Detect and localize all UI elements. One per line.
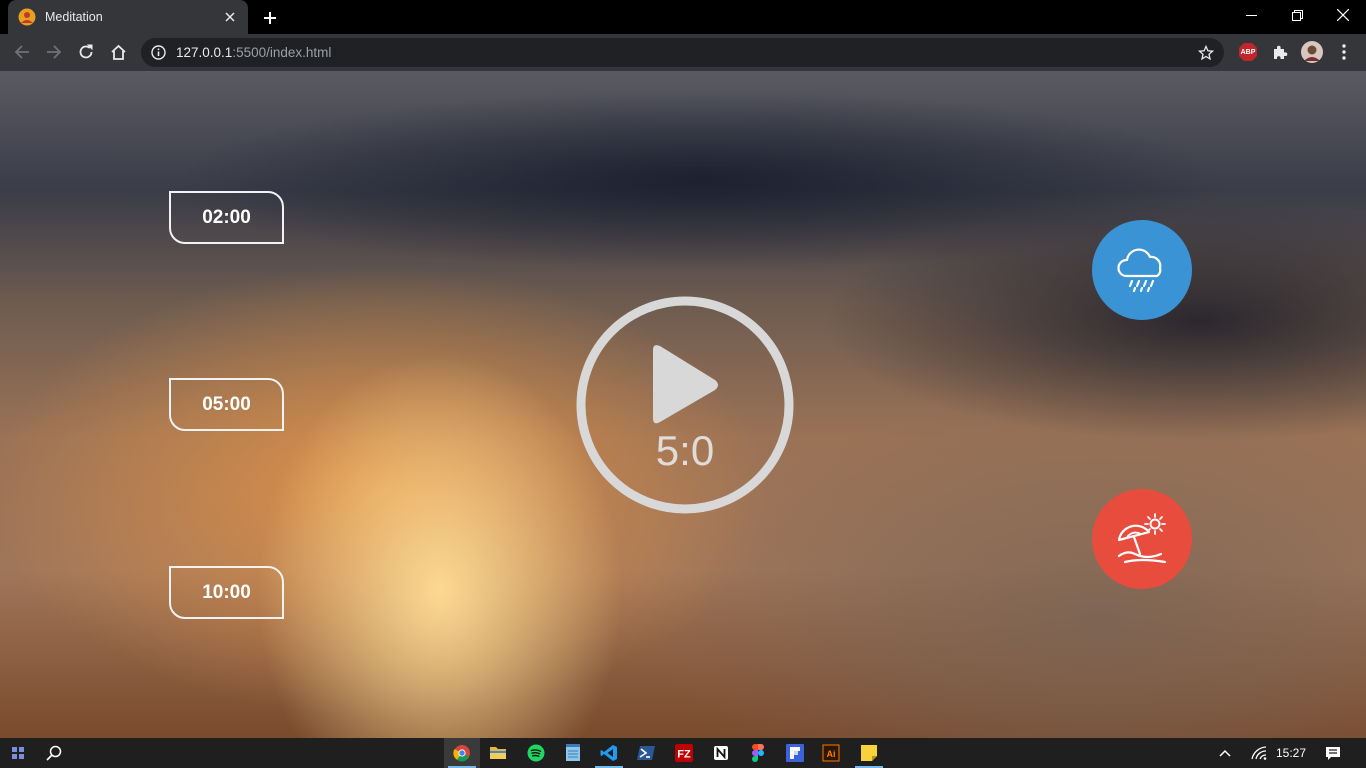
- figma-icon: [752, 744, 764, 762]
- home-icon: [110, 44, 126, 60]
- taskbar-powershell[interactable]: [628, 738, 664, 768]
- wifi-icon: [1251, 746, 1267, 760]
- minimize-button[interactable]: [1228, 0, 1274, 30]
- taskbar-file-explorer[interactable]: [480, 738, 516, 768]
- vscode-icon: [600, 745, 617, 761]
- notification-icon: [1326, 746, 1340, 760]
- svg-text:FZ: FZ: [677, 749, 691, 761]
- play-icon: [653, 345, 718, 424]
- rain-sound-button[interactable]: [1092, 220, 1192, 320]
- filezilla-icon: FZ: [675, 744, 693, 762]
- url-text: 127.0.0.1:5500/index.html: [176, 45, 332, 60]
- chrome-icon: [453, 745, 470, 762]
- notion-icon: [714, 746, 728, 760]
- search-icon: [46, 745, 62, 761]
- minimize-icon: [1245, 14, 1257, 16]
- puzzle-icon: [1274, 45, 1288, 59]
- sticky-notes-icon: [861, 745, 877, 761]
- time-display: 5:0: [655, 427, 715, 474]
- taskbar-sticky-notes[interactable]: [851, 738, 887, 768]
- beach-sound-button[interactable]: [1092, 489, 1192, 589]
- forward-button[interactable]: [40, 38, 68, 66]
- adblock-extension-button[interactable]: ABP: [1236, 40, 1260, 64]
- browser-toolbar: 127.0.0.1:5500/index.html ABP: [0, 34, 1366, 71]
- taskbar-notion[interactable]: [703, 738, 739, 768]
- beach-umbrella-icon: [1117, 513, 1167, 564]
- search-button[interactable]: [36, 738, 72, 768]
- taskbar-illustrator[interactable]: Ai: [813, 738, 849, 768]
- bookmark-star-icon[interactable]: [1198, 44, 1214, 61]
- taskbar-spotify[interactable]: [518, 738, 554, 768]
- illustrator-icon: Ai: [822, 744, 840, 762]
- svg-text:Ai: Ai: [827, 749, 836, 759]
- show-hidden-icons-button[interactable]: [1208, 738, 1242, 768]
- new-tab-button[interactable]: [258, 6, 282, 30]
- avatar-icon: [1301, 41, 1323, 63]
- windows-taskbar: FZ Ai 15:27: [0, 738, 1366, 768]
- reload-icon: [79, 44, 93, 59]
- network-button[interactable]: [1242, 738, 1276, 768]
- system-clock[interactable]: 15:27: [1276, 738, 1306, 768]
- info-icon[interactable]: [151, 45, 166, 60]
- close-window-icon: [1337, 9, 1349, 21]
- meditation-favicon-icon: [18, 8, 36, 26]
- extensions-button[interactable]: [1268, 40, 1292, 64]
- windows-start-icon: [12, 747, 24, 759]
- taskbar-chrome[interactable]: [444, 738, 480, 768]
- notepad-icon: [566, 744, 580, 761]
- taskbar-vscode[interactable]: [591, 738, 627, 768]
- arrow-left-icon: [14, 45, 29, 59]
- close-window-button[interactable]: [1320, 0, 1366, 30]
- taskbar-flipboard[interactable]: [777, 738, 813, 768]
- tab-title: Meditation: [45, 10, 103, 24]
- restore-button[interactable]: [1274, 0, 1320, 30]
- plus-icon: [264, 12, 276, 24]
- more-vertical-icon: [1342, 44, 1346, 60]
- start-button[interactable]: [0, 738, 36, 768]
- back-button[interactable]: [8, 38, 36, 66]
- address-bar[interactable]: 127.0.0.1:5500/index.html: [141, 38, 1224, 67]
- chevron-up-icon: [1219, 749, 1231, 757]
- folder-icon: [490, 747, 506, 759]
- reload-button[interactable]: [72, 38, 100, 66]
- chrome-menu-button[interactable]: [1332, 40, 1356, 64]
- taskbar-figma[interactable]: [740, 738, 776, 768]
- spotify-icon: [527, 744, 545, 762]
- timer-option-2min[interactable]: 02:00: [169, 191, 284, 244]
- arrow-right-icon: [47, 45, 62, 59]
- meditation-app: 02:00 05:00 10:00 5:0: [0, 71, 1366, 738]
- taskbar-filezilla[interactable]: FZ: [666, 738, 702, 768]
- adblock-label: ABP: [1240, 48, 1256, 56]
- timer-option-10min[interactable]: 10:00: [169, 566, 284, 619]
- home-button[interactable]: [104, 38, 132, 66]
- browser-tab[interactable]: Meditation: [8, 0, 248, 34]
- restore-icon: [1291, 9, 1303, 21]
- close-icon[interactable]: [222, 9, 238, 25]
- rain-cloud-icon: [1117, 248, 1162, 293]
- play-button[interactable]: [575, 295, 795, 515]
- tab-strip: Meditation: [0, 0, 1366, 34]
- flipboard-icon: [786, 744, 804, 762]
- action-center-button[interactable]: [1316, 738, 1350, 768]
- taskbar-notepad[interactable]: [555, 738, 591, 768]
- timer-option-5min[interactable]: 05:00: [169, 378, 284, 431]
- profile-avatar[interactable]: [1300, 40, 1324, 64]
- powershell-icon: [637, 746, 655, 760]
